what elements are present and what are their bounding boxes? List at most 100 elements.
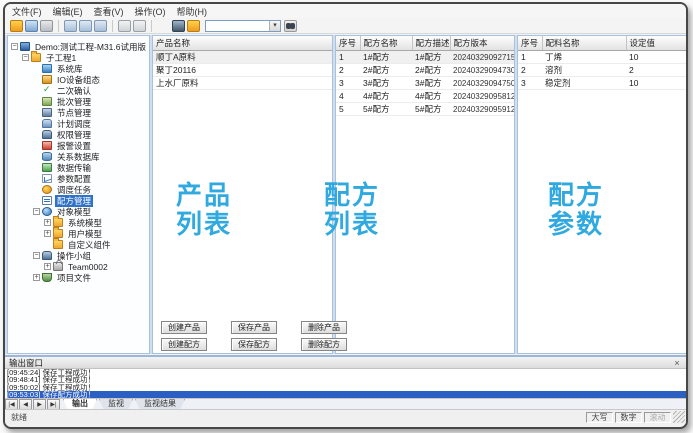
tree-item-16[interactable]: +系统模型 — [8, 217, 149, 228]
expand-icon[interactable]: + — [44, 263, 51, 270]
table-cell: 4#配方 — [360, 90, 412, 103]
column-header[interactable]: 配方描述 — [412, 36, 450, 51]
open-icon[interactable] — [25, 20, 38, 32]
save-icon[interactable] — [40, 20, 53, 32]
tree-item-14[interactable]: 配方管理 — [8, 195, 149, 206]
output-log-list: [09:45:24] 保存工程成功！[09:48:41] 保存工程成功！[09:… — [5, 369, 686, 398]
recipe-table-panel: 序号配方名称配方描述配方版本11#配方1#配方2024032909271522#… — [335, 35, 515, 354]
table-row[interactable]: 顺丁A原料 — [153, 51, 332, 64]
collapse-icon[interactable]: − — [22, 54, 29, 61]
log-line[interactable]: [09:50:02] 保存工程成功！ — [7, 384, 686, 391]
table-cell: 2 — [518, 64, 542, 77]
expand-icon[interactable]: + — [33, 274, 40, 281]
table-row[interactable]: 上水厂原料 — [153, 77, 332, 90]
status-bar: 就绪 大写数字滚动 — [5, 409, 686, 424]
tree-item-8[interactable]: 权限管理 — [8, 129, 149, 140]
create-recipe-button[interactable]: 创建配方 — [161, 338, 207, 351]
table-cell: 5 — [336, 103, 360, 116]
redo-icon[interactable] — [133, 20, 146, 32]
folder-icon — [31, 53, 41, 62]
tree-item-0[interactable]: −Demo:测试工程-M31.6试用版 — [8, 41, 149, 52]
tree-item-19[interactable]: −操作小组 — [8, 250, 149, 261]
tree-item-13[interactable]: 调度任务 — [8, 184, 149, 195]
tree-item-7[interactable]: 计划调度 — [8, 118, 149, 129]
tree-item-1[interactable]: −子工程1 — [8, 52, 149, 63]
column-header[interactable]: 序号 — [336, 36, 360, 51]
log-line[interactable]: [09:53:03] 保存配方成功！ — [7, 391, 686, 398]
tree-view-icon[interactable] — [157, 20, 170, 32]
table-row[interactable]: 33#配方3#配方20240329094750 — [336, 77, 514, 90]
tree-item-10[interactable]: 关系数据库 — [8, 151, 149, 162]
library-icon — [42, 64, 52, 73]
table-cell: 2 — [626, 64, 688, 77]
cut-icon[interactable] — [64, 20, 77, 32]
save-product-button[interactable]: 保存产品 — [231, 321, 277, 334]
tree-item-15[interactable]: −对象模型 — [8, 206, 149, 217]
collapse-icon[interactable]: − — [11, 43, 18, 50]
transfer-icon — [42, 163, 52, 172]
tree-item-11[interactable]: 数据传输 — [8, 162, 149, 173]
search-combobox[interactable]: ▾ — [205, 20, 281, 32]
table-row[interactable]: 3稳定剂10 — [518, 77, 688, 90]
tree-item-5[interactable]: 批次管理 — [8, 96, 149, 107]
column-header[interactable]: 序号 — [518, 36, 542, 51]
copy-icon[interactable] — [79, 20, 92, 32]
save-recipe-button[interactable]: 保存配方 — [231, 338, 277, 351]
column-header[interactable]: 配料名称 — [542, 36, 626, 51]
combobox-value[interactable] — [206, 21, 269, 31]
toolbar-separator — [112, 20, 113, 32]
table-cell: 3 — [336, 77, 360, 90]
tree-item-6[interactable]: 节点管理 — [8, 107, 149, 118]
new-icon[interactable] — [10, 20, 23, 32]
table-cell: 稳定剂 — [542, 77, 626, 90]
tree-item-12[interactable]: 参数配置 — [8, 173, 149, 184]
table-cell: 3 — [518, 77, 542, 90]
monitor-icon[interactable] — [172, 20, 185, 32]
menu-item-2[interactable]: 查看(V) — [94, 5, 124, 18]
recipe-workspace: 产品名称顺丁A原料聚丁20116上水厂原料 序号配方名称配方描述配方版本11#配… — [152, 35, 684, 354]
find-icon[interactable] — [284, 20, 297, 32]
column-header[interactable]: 配方版本 — [450, 36, 514, 51]
action-buttons: 创建产品 保存产品 删除产品创建配方 保存配方 删除配方 — [161, 321, 347, 351]
menu-item-1[interactable]: 编辑(E) — [53, 5, 83, 18]
log-line[interactable]: [09:48:41] 保存工程成功！ — [7, 376, 686, 383]
table-row[interactable]: 22#配方2#配方20240329094730 — [336, 64, 514, 77]
paste-icon[interactable] — [94, 20, 107, 32]
tree-item-3[interactable]: IO设备组态 — [8, 74, 149, 85]
tree-item-9[interactable]: 报警设置 — [8, 140, 149, 151]
output-title-bar: 输出窗口 × — [5, 357, 686, 369]
tree-item-20[interactable]: +Team0002 — [8, 261, 149, 272]
expand-icon[interactable]: + — [44, 230, 51, 237]
table-row[interactable]: 2溶剂2 — [518, 64, 688, 77]
table-row[interactable]: 聚丁20116 — [153, 64, 332, 77]
menu-item-4[interactable]: 帮助(H) — [177, 5, 208, 18]
tree-item-21[interactable]: +项目文件 — [8, 272, 149, 283]
log-line[interactable]: [09:45:24] 保存工程成功！ — [7, 369, 686, 376]
delete-product-button[interactable]: 删除产品 — [301, 321, 347, 334]
undo-icon[interactable] — [118, 20, 131, 32]
table-row[interactable]: 55#配方5#配方20240329095912 — [336, 103, 514, 116]
delete-recipe-button[interactable]: 删除配方 — [301, 338, 347, 351]
close-icon[interactable]: × — [672, 358, 682, 368]
collapse-icon[interactable]: − — [33, 208, 40, 215]
tree-item-17[interactable]: +用户模型 — [8, 228, 149, 239]
column-header[interactable]: 配方名称 — [360, 36, 412, 51]
tree-item-18[interactable]: 自定义组件 — [8, 239, 149, 250]
table-row[interactable]: 11#配方1#配方20240329092715 — [336, 51, 514, 64]
table-row[interactable]: 1丁烯10 — [518, 51, 688, 64]
table-cell: 2 — [336, 64, 360, 77]
menu-item-0[interactable]: 文件(F) — [12, 5, 42, 18]
create-product-button[interactable]: 创建产品 — [161, 321, 207, 334]
column-header[interactable]: 设定值 — [626, 36, 688, 51]
table-row[interactable]: 44#配方4#配方20240329095812 — [336, 90, 514, 103]
tree-item-4[interactable]: 二次确认 — [8, 85, 149, 96]
tree-item-2[interactable]: 系统库 — [8, 63, 149, 74]
resize-grip-icon[interactable] — [673, 411, 685, 423]
chevron-down-icon[interactable]: ▾ — [269, 21, 280, 31]
deploy-icon[interactable] — [187, 20, 200, 32]
expand-icon[interactable]: + — [44, 219, 51, 226]
collapse-icon[interactable]: − — [33, 252, 40, 259]
table-header-row: 序号配料名称设定值 — [518, 36, 688, 51]
menu-item-3[interactable]: 操作(O) — [135, 5, 166, 18]
column-header[interactable]: 产品名称 — [153, 36, 332, 51]
